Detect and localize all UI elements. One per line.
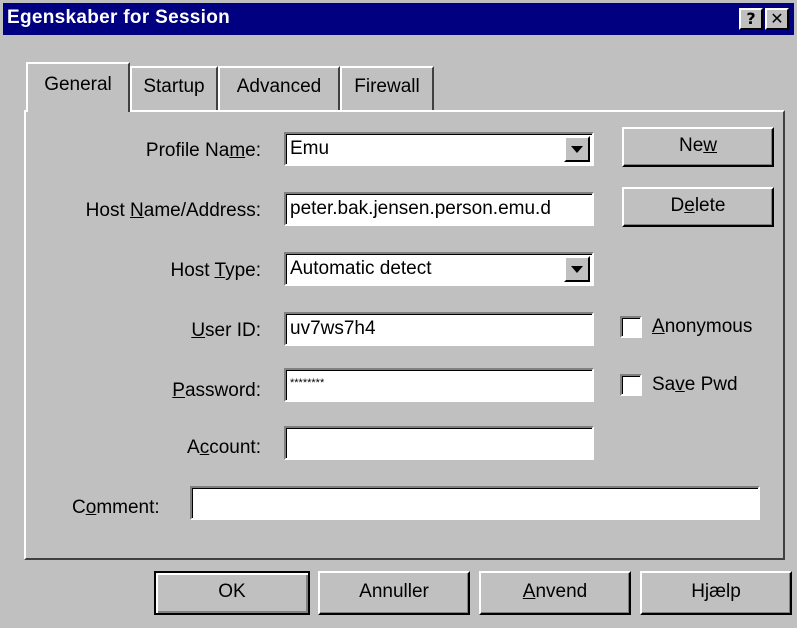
chevron-down-icon[interactable] [564, 256, 590, 282]
host-name-label: Host Name/Address: [85, 200, 261, 221]
tab-startup[interactable]: Startup [130, 66, 218, 110]
profile-name-combobox[interactable]: Emu [284, 132, 594, 166]
host-type-value: Automatic detect [290, 258, 432, 279]
user-id-value: uv7ws7h4 [290, 318, 376, 339]
close-icon[interactable]: ✕ [765, 8, 789, 30]
tab-advanced[interactable]: Advanced [218, 66, 340, 110]
save-pwd-checkbox[interactable] [620, 374, 642, 396]
title-bar: Egenskaber for Session ? ✕ [3, 3, 794, 35]
apply-button[interactable]: Anvend [479, 571, 631, 615]
save-pwd-label[interactable]: Save Pwd [652, 374, 738, 396]
host-name-value: peter.bak.jensen.person.emu.d [290, 198, 551, 219]
tab-general[interactable]: General [26, 62, 130, 112]
profile-name-value: Emu [290, 138, 330, 159]
new-button[interactable]: New [622, 127, 774, 167]
host-name-input[interactable]: peter.bak.jensen.person.emu.d [284, 192, 594, 226]
account-label: Account: [187, 437, 261, 458]
user-id-input[interactable]: uv7ws7h4 [284, 312, 594, 346]
password-value: ******** [290, 377, 325, 389]
ok-button[interactable]: OK [154, 571, 310, 615]
chevron-down-icon[interactable] [564, 136, 590, 162]
tab-firewall-label: Firewall [354, 76, 420, 97]
anonymous-label[interactable]: Anonymous [652, 316, 752, 338]
tab-startup-label: Startup [143, 76, 205, 97]
help-icon[interactable]: ? [739, 8, 763, 30]
profile-name-label: Profile Name: [145, 140, 261, 161]
password-label: Password: [172, 380, 261, 401]
tab-advanced-label: Advanced [236, 76, 322, 97]
host-type-combobox[interactable]: Automatic detect [284, 252, 594, 286]
account-input[interactable] [284, 426, 594, 460]
window-title: Egenskaber for Session [7, 7, 231, 28]
help-button[interactable]: Hjælp [640, 571, 792, 615]
host-type-label: Host Type: [170, 260, 262, 281]
cancel-button[interactable]: Annuller [318, 571, 470, 615]
session-properties-dialog: Egenskaber for Session ? ✕ General Start… [0, 0, 797, 628]
general-tab-panel: Profile Name: Emu Host Name/Address: pet… [24, 110, 785, 560]
delete-button[interactable]: Delete [622, 187, 774, 227]
comment-input[interactable] [190, 486, 760, 520]
tab-general-label: General [44, 74, 112, 95]
comment-label: Comment: [72, 497, 160, 518]
user-id-label: User ID: [191, 320, 261, 341]
password-input[interactable]: ******** [284, 368, 594, 402]
anonymous-checkbox[interactable] [620, 316, 642, 338]
tab-firewall[interactable]: Firewall [340, 66, 434, 110]
